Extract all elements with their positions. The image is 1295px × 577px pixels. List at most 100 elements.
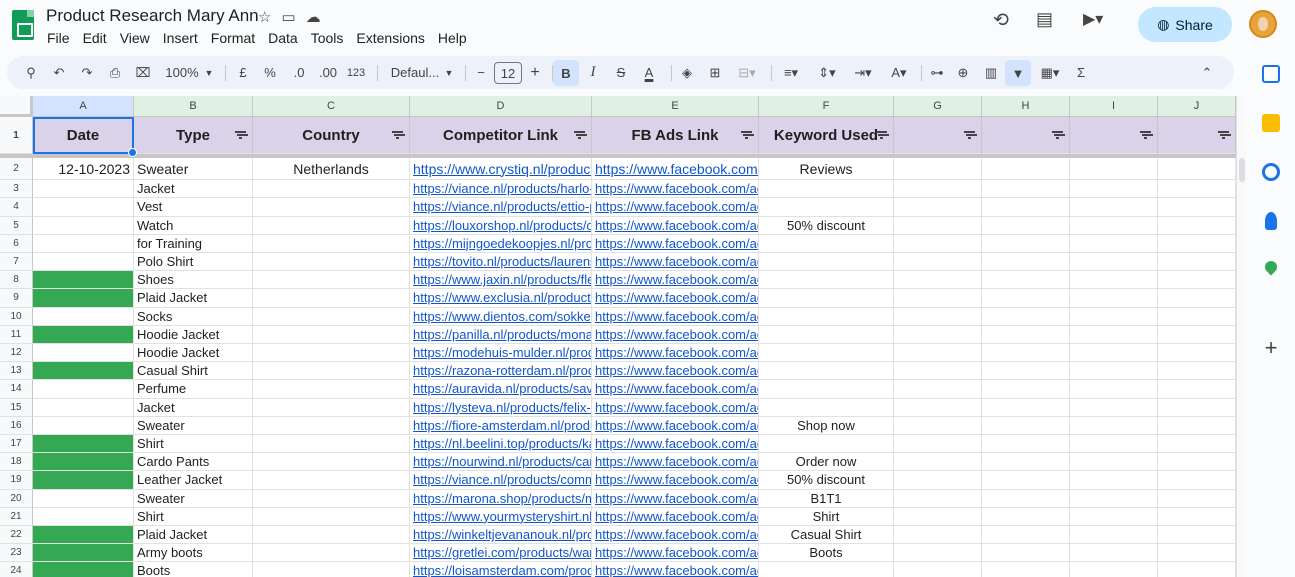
cell-empty[interactable] bbox=[1070, 234, 1158, 253]
cell-empty[interactable] bbox=[894, 198, 982, 217]
cell-type[interactable]: Polo Shirt bbox=[134, 253, 253, 272]
history-icon[interactable]: ⟲ bbox=[993, 9, 1009, 32]
cell-kw[interactable]: Reviews bbox=[759, 158, 894, 180]
menu-help[interactable]: Help bbox=[438, 30, 467, 46]
cell-date[interactable] bbox=[33, 544, 134, 563]
header-cell-empty[interactable] bbox=[982, 117, 1070, 154]
row-header[interactable]: 10 bbox=[0, 307, 33, 326]
cell-empty[interactable] bbox=[1070, 253, 1158, 272]
header-cell-date[interactable]: Date bbox=[33, 117, 134, 154]
cell-type[interactable]: Cardo Pants bbox=[134, 453, 253, 472]
cell-empty[interactable] bbox=[1070, 435, 1158, 454]
cell-comp[interactable]: https://viance.nl/products/comman bbox=[410, 471, 592, 490]
cell-fb[interactable]: https://www.facebook.com/ads/l bbox=[592, 453, 759, 472]
cell-fb[interactable]: https://www.facebook.com/ads/l bbox=[592, 435, 759, 454]
insert-link-icon[interactable]: ⊶ bbox=[927, 56, 947, 89]
cell-kw[interactable]: B1T1 bbox=[759, 489, 894, 508]
menu-extensions[interactable]: Extensions bbox=[356, 30, 424, 46]
cell-empty[interactable] bbox=[894, 325, 982, 344]
cell-empty[interactable] bbox=[982, 471, 1070, 490]
cell-country[interactable] bbox=[253, 271, 410, 290]
filter-icon[interactable]: ▼ bbox=[1005, 60, 1031, 86]
cell-comp[interactable]: https://mijngoedekoopjes.nl/produc bbox=[410, 234, 592, 253]
cell-country[interactable] bbox=[253, 307, 410, 326]
row-header[interactable]: 24 bbox=[0, 562, 33, 577]
cell-type[interactable]: Jacket bbox=[134, 180, 253, 199]
cell-kw[interactable] bbox=[759, 562, 894, 577]
cell-comp[interactable]: https://tovito.nl/products/laurens bbox=[410, 253, 592, 272]
cell-country[interactable] bbox=[253, 380, 410, 399]
maps-icon[interactable] bbox=[1262, 258, 1280, 276]
cell-empty[interactable] bbox=[1070, 362, 1158, 381]
cell-country[interactable] bbox=[253, 198, 410, 217]
horizontal-align-icon[interactable]: ≡▾ bbox=[777, 56, 805, 89]
header-cell-competitor-link[interactable]: Competitor Link bbox=[410, 117, 592, 154]
row-header[interactable]: 16 bbox=[0, 416, 33, 435]
cell-date[interactable] bbox=[33, 180, 134, 199]
cell-type[interactable]: Sweater bbox=[134, 416, 253, 435]
cell-date[interactable] bbox=[33, 471, 134, 490]
cell-empty[interactable] bbox=[1070, 216, 1158, 235]
cell-type[interactable]: Watch bbox=[134, 216, 253, 235]
cell-kw[interactable]: 50% discount bbox=[759, 216, 894, 235]
menu-view[interactable]: View bbox=[120, 30, 150, 46]
row-header[interactable]: 8 bbox=[0, 271, 33, 290]
cell-fb[interactable]: https://www.facebook.com/ads/l bbox=[592, 325, 759, 344]
cell-empty[interactable] bbox=[1158, 289, 1236, 308]
cell-date[interactable] bbox=[33, 362, 134, 381]
cell-empty[interactable] bbox=[894, 471, 982, 490]
cell-empty[interactable] bbox=[1070, 158, 1158, 180]
cell-empty[interactable] bbox=[1158, 398, 1236, 417]
filter-icon[interactable] bbox=[392, 131, 403, 139]
vertical-align-icon[interactable]: ⇕▾ bbox=[813, 56, 841, 89]
cell-empty[interactable] bbox=[982, 325, 1070, 344]
header-cell-country[interactable]: Country bbox=[253, 117, 410, 154]
cell-type[interactable]: Socks bbox=[134, 307, 253, 326]
cell-date[interactable] bbox=[33, 271, 134, 290]
cell-comp[interactable]: https://viance.nl/products/ettio-prer bbox=[410, 198, 592, 217]
cell-kw[interactable] bbox=[759, 253, 894, 272]
cell-fb[interactable]: https://www.facebook.com/ads/l bbox=[592, 562, 759, 577]
cell-kw[interactable] bbox=[759, 398, 894, 417]
cell-empty[interactable] bbox=[1070, 489, 1158, 508]
cell-type[interactable]: Casual Shirt bbox=[134, 362, 253, 381]
cell-kw[interactable] bbox=[759, 180, 894, 199]
cell-country[interactable] bbox=[253, 453, 410, 472]
cell-country[interactable] bbox=[253, 507, 410, 526]
cell-date[interactable] bbox=[33, 562, 134, 577]
cell-empty[interactable] bbox=[894, 416, 982, 435]
cell-empty[interactable] bbox=[1158, 234, 1236, 253]
cell-fb[interactable]: https://www.facebook.com/ads/l bbox=[592, 416, 759, 435]
cell-date[interactable]: 12-10-2023 bbox=[33, 158, 134, 180]
row-header[interactable]: 5 bbox=[0, 216, 33, 235]
cell-kw[interactable]: Order now bbox=[759, 453, 894, 472]
add-on-plus-icon[interactable]: + bbox=[1262, 337, 1280, 359]
cell-date[interactable] bbox=[33, 398, 134, 417]
row-header[interactable]: 17 bbox=[0, 435, 33, 454]
cell-empty[interactable] bbox=[1070, 544, 1158, 563]
cell-fb[interactable]: https://www.facebook.com/ads/l bbox=[592, 526, 759, 545]
paint-format-icon[interactable]: ⌧ bbox=[133, 56, 153, 89]
cell-comp[interactable]: https://modehuis-mulder.nl/product bbox=[410, 344, 592, 363]
column-header-i[interactable]: I bbox=[1070, 96, 1158, 117]
cell-country[interactable] bbox=[253, 234, 410, 253]
select-all-corner[interactable] bbox=[0, 96, 33, 117]
cell-date[interactable] bbox=[33, 435, 134, 454]
cell-kw[interactable]: Shop now bbox=[759, 416, 894, 435]
cell-empty[interactable] bbox=[982, 526, 1070, 545]
cell-type[interactable]: Plaid Jacket bbox=[134, 526, 253, 545]
cell-country[interactable] bbox=[253, 398, 410, 417]
calendar-icon[interactable] bbox=[1262, 65, 1280, 83]
cell-empty[interactable] bbox=[982, 180, 1070, 199]
cell-empty[interactable] bbox=[1070, 325, 1158, 344]
cell-country[interactable] bbox=[253, 416, 410, 435]
filter-icon[interactable] bbox=[1218, 131, 1229, 139]
collapse-toolbar-chevron-up-icon[interactable]: ⌃ bbox=[1199, 56, 1215, 89]
bold-button[interactable]: B bbox=[553, 60, 579, 86]
cell-type[interactable]: Shoes bbox=[134, 271, 253, 290]
menu-data[interactable]: Data bbox=[268, 30, 298, 46]
cell-type[interactable]: Shirt bbox=[134, 435, 253, 454]
cell-fb[interactable]: https://www.facebook.com/ads/l bbox=[592, 344, 759, 363]
cell-empty[interactable] bbox=[1158, 158, 1236, 180]
cell-empty[interactable] bbox=[1070, 344, 1158, 363]
